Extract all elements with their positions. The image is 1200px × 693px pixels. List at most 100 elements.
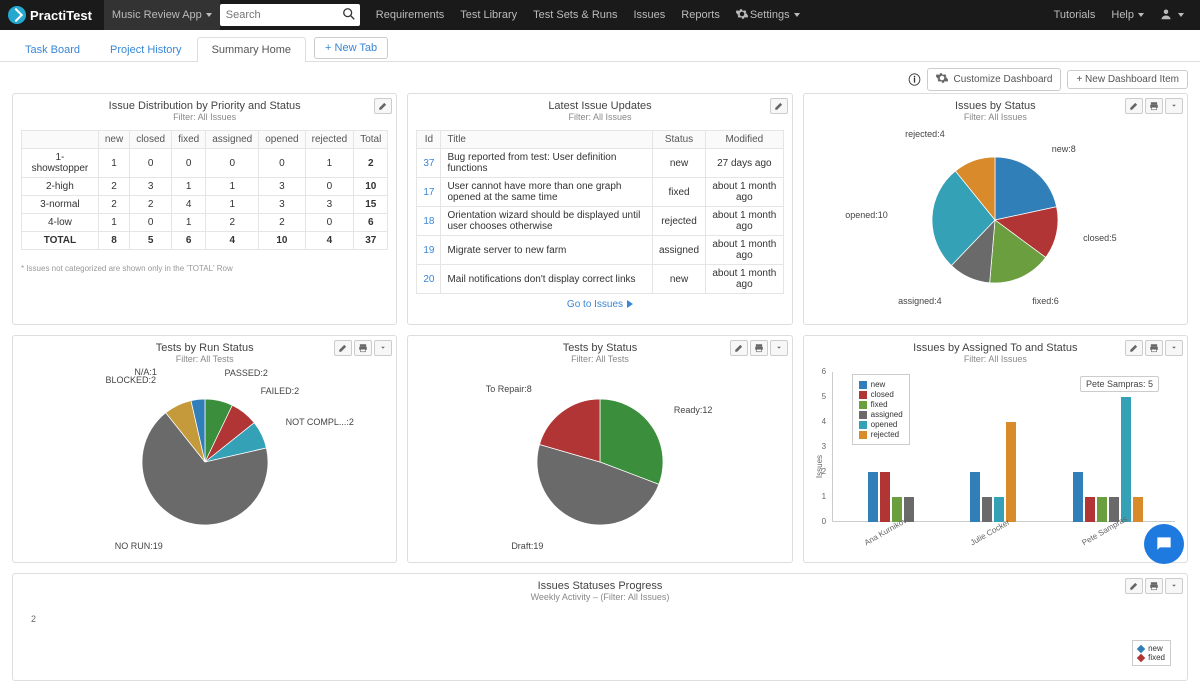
edit-icon[interactable] [374,98,392,114]
nav-requirements[interactable]: Requirements [368,0,452,30]
edit-icon[interactable] [770,98,788,114]
edit-icon[interactable] [1125,98,1143,114]
panel-issues-by-assignee: Issues by Assigned To and Status Filter:… [803,335,1188,563]
nav-user[interactable] [1152,0,1192,30]
print-icon[interactable] [354,340,372,356]
pie-chart-tests-status: Ready:12Draft:19To Repair:8 [416,372,783,552]
bar-category-label: Julie Cocker [969,518,1012,548]
pie-slice-label: assigned:4 [898,296,942,306]
table-row: 37Bug reported from test: User definitio… [417,149,783,178]
nav-issues[interactable]: Issues [626,0,674,30]
search-icon[interactable] [342,7,356,24]
print-icon[interactable] [1145,578,1163,594]
issue-id-link[interactable]: 20 [423,274,434,285]
tab-summary-home[interactable]: Summary Home [197,37,306,62]
gear-icon [736,8,750,23]
brand-name: PractiTest [30,8,92,23]
issue-id-link[interactable]: 17 [423,187,434,198]
chat-icon [1154,534,1174,554]
issue-id-link[interactable]: 18 [423,216,434,227]
nav-test-sets-runs[interactable]: Test Sets & Runs [525,0,625,30]
info-icon[interactable]: ⓘ [908,71,920,88]
topbar: PractiTest Music Review App Requirements… [0,0,1200,30]
table-row: 20Mail notifications don't display corre… [417,265,783,294]
customize-dashboard-button[interactable]: Customize Dashboard [927,68,1062,91]
download-icon[interactable] [1165,578,1183,594]
download-icon[interactable] [374,340,392,356]
legend: newclosedfixedassignedopenedrejected [852,374,910,445]
bar[interactable] [1097,497,1107,522]
bar-chart-assignee: Issues0123456Ana KurnikovaJulie CockerPe… [812,372,1179,552]
panel-subtitle: Filter: All Issues [412,112,787,122]
bar[interactable] [1073,472,1083,522]
bar[interactable] [1133,497,1143,522]
bar[interactable] [1121,397,1131,522]
new-tab-button[interactable]: + New Tab [314,37,388,59]
print-icon[interactable] [1145,98,1163,114]
distribution-table: newclosedfixedassignedopenedrejectedTota… [21,130,388,250]
nav-test-library[interactable]: Test Library [452,0,525,30]
tab-task-board[interactable]: Task Board [10,37,95,62]
panel-issues-progress: Issues Statuses Progress Weekly Activity… [12,573,1188,681]
download-icon[interactable] [770,340,788,356]
search-box [220,4,360,26]
edit-icon[interactable] [730,340,748,356]
bar[interactable] [868,472,878,522]
pie-slice-label: fixed:6 [1032,296,1059,306]
nav-tutorials[interactable]: Tutorials [1046,0,1104,30]
issue-id-link[interactable]: 19 [423,245,434,256]
issue-id-link[interactable]: 37 [423,158,434,169]
tooltip: Pete Sampras: 5 [1080,376,1159,392]
app-selector-label: Music Review App [112,9,202,21]
line-chart-progress: 2 new fixed [21,610,1179,670]
panel-latest-issues: Latest Issue Updates Filter: All Issues … [407,93,792,325]
pie-chart-tests-run: PASSED:2FAILED:2NOT COMPL...:2NO RUN:19B… [21,372,388,552]
bar[interactable] [970,472,980,522]
print-icon[interactable] [1145,340,1163,356]
bar[interactable] [1006,422,1016,522]
bar[interactable] [982,497,992,522]
pie-chart-issues-status: new:8closed:5fixed:6assigned:4opened:10r… [812,130,1179,310]
legend-swatch [1137,644,1145,652]
pie-slice-label: opened:10 [845,210,888,220]
search-input[interactable] [220,4,360,26]
pie-slice-label: Draft:19 [511,541,543,551]
download-icon[interactable] [1165,98,1183,114]
nav-settings[interactable]: Settings [728,0,808,30]
nav-reports[interactable]: Reports [673,0,728,30]
table-row: 17User cannot have more than one graph o… [417,178,783,207]
chat-fab[interactable] [1144,524,1184,564]
gear-icon [936,72,950,87]
legend-swatch [1137,653,1145,661]
bar-group: Ana Kurnikova [868,472,914,522]
print-icon[interactable] [750,340,768,356]
panel-subtitle: Filter: All Issues [17,112,392,122]
edit-icon[interactable] [1125,340,1143,356]
tab-project-history[interactable]: Project History [95,37,197,62]
edit-icon[interactable] [1125,578,1143,594]
pie-slice-label: To Repair:8 [486,384,532,394]
user-icon [1160,8,1174,23]
new-dashboard-item-button[interactable]: + New Dashboard Item [1067,70,1188,89]
latest-issues-table: IdTitleStatusModified37Bug reported from… [416,130,783,294]
pie-slice-label: NOT COMPL...:2 [286,417,354,427]
nav-help[interactable]: Help [1103,0,1152,30]
dashboard-toolbar: ⓘ Customize Dashboard + New Dashboard It… [0,62,1200,93]
brand-logo[interactable]: PractiTest [8,6,92,24]
app-selector[interactable]: Music Review App [104,0,220,30]
pie-slice-label: new:8 [1052,144,1076,154]
bar[interactable] [994,497,1004,522]
bar[interactable] [880,472,890,522]
bar[interactable] [1085,497,1095,522]
download-icon[interactable] [1165,340,1183,356]
bar-group: Julie Cocker [970,422,1016,522]
y-tick: 2 [31,614,36,624]
panel-issue-distribution: Issue Distribution by Priority and Statu… [12,93,397,325]
goto-issues-link[interactable]: Go to Issues [567,299,633,310]
edit-icon[interactable] [334,340,352,356]
panel-tests-by-run: Tests by Run Status Filter: All Tests PA… [12,335,397,563]
arrow-right-icon [627,300,633,308]
panel-title: Issues Statuses Progress [17,580,1183,592]
table-row: 18Orientation wizard should be displayed… [417,207,783,236]
panel-title: Issue Distribution by Priority and Statu… [17,100,392,112]
